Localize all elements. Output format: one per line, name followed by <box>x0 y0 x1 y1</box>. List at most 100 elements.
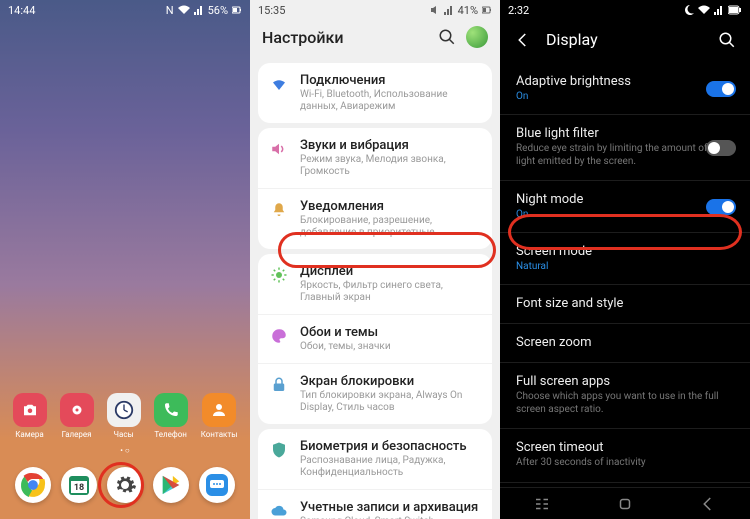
app-label: Контакты <box>201 430 238 439</box>
battery-icon <box>728 5 742 15</box>
row-title: Звуки и вибрация <box>300 138 480 153</box>
signal-icon <box>194 5 204 15</box>
status-icons <box>684 5 742 15</box>
search-icon[interactable] <box>718 31 736 49</box>
settings-row-biometrics[interactable]: Биометрия и безопасность Распознавание л… <box>258 429 492 489</box>
row-sub: Распознавание лица, Радужка, Конфиденциа… <box>300 455 480 479</box>
settings-row-display[interactable]: Дисплей Яркость, Фильтр синего света, Гл… <box>258 254 492 314</box>
app-clock[interactable]: Часы <box>107 393 141 439</box>
dock-play[interactable] <box>153 467 189 503</box>
messages-icon <box>204 472 230 498</box>
settings-screen: 15:35 41% Настройки Подключения Wi-Fi, B… <box>250 0 500 519</box>
status-icons: 41% <box>430 4 492 17</box>
shield-icon <box>270 441 288 459</box>
row-sub: Обои, темы, значки <box>300 341 480 353</box>
page-indicator: • ○ <box>0 446 250 455</box>
wifi-icon <box>698 5 710 15</box>
row-title: Full screen apps <box>516 374 734 389</box>
row-title: Screen zoom <box>516 335 734 350</box>
row-title: Font size and style <box>516 296 734 311</box>
row-sub: Reduce eye strain by limiting the amount… <box>516 143 734 168</box>
app-gallery[interactable]: Галерея <box>60 393 94 439</box>
status-time: 2:32 <box>508 4 529 17</box>
recents-button[interactable] <box>533 495 551 513</box>
signal-icon <box>444 5 454 15</box>
row-screen-timeout[interactable]: Screen timeout After 30 seconds of inact… <box>500 429 750 483</box>
svg-text:18: 18 <box>74 483 84 493</box>
row-blue-light[interactable]: Blue light filter Reduce eye strain by l… <box>500 115 750 181</box>
row-title: Night mode <box>516 192 734 207</box>
home-button[interactable] <box>616 495 634 513</box>
settings-header: Настройки <box>250 20 500 58</box>
dock-calendar[interactable]: 18 <box>61 467 97 503</box>
status-time: 14:44 <box>8 4 35 17</box>
avatar[interactable] <box>466 26 488 48</box>
row-screen-zoom[interactable]: Screen zoom <box>500 324 750 363</box>
page-title: Display <box>546 30 704 49</box>
settings-row-accounts[interactable]: Учетные записи и архивация Samsung Cloud… <box>258 489 492 519</box>
row-title: Учетные записи и архивация <box>300 500 480 515</box>
row-fullscreen-apps[interactable]: Full screen apps Choose which apps you w… <box>500 363 750 429</box>
toggle-switch[interactable] <box>706 140 736 156</box>
row-title: Blue light filter <box>516 126 734 141</box>
search-icon[interactable] <box>438 28 456 46</box>
app-label: Телефон <box>154 430 186 439</box>
status-icons: N 56% <box>166 4 242 17</box>
moon-icon <box>684 5 694 15</box>
settings-card: Звуки и вибрация Режим звука, Мелодия зв… <box>258 128 492 249</box>
dock-messages[interactable] <box>199 467 235 503</box>
toggle-switch[interactable] <box>706 199 736 215</box>
camera-icon <box>21 401 39 419</box>
display-header: Display <box>500 20 750 63</box>
row-value: On <box>516 91 734 102</box>
battery-text: 41% <box>458 4 478 17</box>
app-phone[interactable]: Телефон <box>154 393 188 439</box>
home-icon-row: Камера Галерея Часы Телефон Контакты <box>0 393 250 439</box>
row-title: Подключения <box>300 73 480 88</box>
row-value: Natural <box>516 261 734 272</box>
gear-icon <box>113 473 137 497</box>
home-screen: 14:44 N 56% Камера Галерея Часы Телефон <box>0 0 250 519</box>
battery-text: 56% <box>208 4 228 17</box>
chrome-icon <box>20 472 46 498</box>
row-font[interactable]: Font size and style <box>500 285 750 324</box>
settings-card: Подключения Wi-Fi, Bluetooth, Использова… <box>258 63 492 123</box>
settings-row-notifications[interactable]: Уведомления Блокирование, разрешение, до… <box>258 188 492 249</box>
dock-chrome[interactable] <box>15 467 51 503</box>
play-icon <box>160 474 182 496</box>
row-sub: Блокирование, разрешение, добавление в п… <box>300 215 480 239</box>
row-adaptive-brightness[interactable]: Adaptive brightness On <box>500 63 750 115</box>
signal-icon <box>714 5 724 15</box>
app-contacts[interactable]: Контакты <box>201 393 238 439</box>
app-label: Часы <box>113 430 133 439</box>
row-screen-mode[interactable]: Screen mode Natural <box>500 233 750 285</box>
settings-row-lockscreen[interactable]: Экран блокировки Тип блокировки экрана, … <box>258 363 492 424</box>
settings-row-themes[interactable]: Обои и темы Обои, темы, значки <box>258 314 492 363</box>
row-sub: Тип блокировки экрана, Always On Display… <box>300 390 480 414</box>
settings-row-sounds[interactable]: Звуки и вибрация Режим звука, Мелодия зв… <box>258 128 492 188</box>
row-title: Уведомления <box>300 199 480 214</box>
status-bar: 2:32 <box>500 0 750 20</box>
back-icon[interactable] <box>514 31 532 49</box>
bell-icon <box>270 201 288 219</box>
palette-icon <box>270 327 288 345</box>
row-title: Screen mode <box>516 244 734 259</box>
lock-icon <box>270 376 288 394</box>
dock-settings[interactable] <box>107 467 143 503</box>
app-label: Камера <box>15 430 44 439</box>
app-camera[interactable]: Камера <box>13 393 47 439</box>
volume-icon <box>430 5 440 15</box>
toggle-switch[interactable] <box>706 81 736 97</box>
row-night-mode[interactable]: Night mode On <box>500 181 750 233</box>
row-title: Дисплей <box>300 264 480 279</box>
settings-row-connections[interactable]: Подключения Wi-Fi, Bluetooth, Использова… <box>258 63 492 123</box>
dock: 18 <box>0 467 250 503</box>
page-title: Настройки <box>262 28 343 47</box>
back-button[interactable] <box>699 495 717 513</box>
settings-card: Биометрия и безопасность Распознавание л… <box>258 429 492 519</box>
wifi-icon <box>270 75 288 93</box>
app-label: Галерея <box>62 430 92 439</box>
row-title: Биометрия и безопасность <box>300 439 480 454</box>
wifi-icon <box>178 5 190 15</box>
gallery-icon <box>68 401 86 419</box>
